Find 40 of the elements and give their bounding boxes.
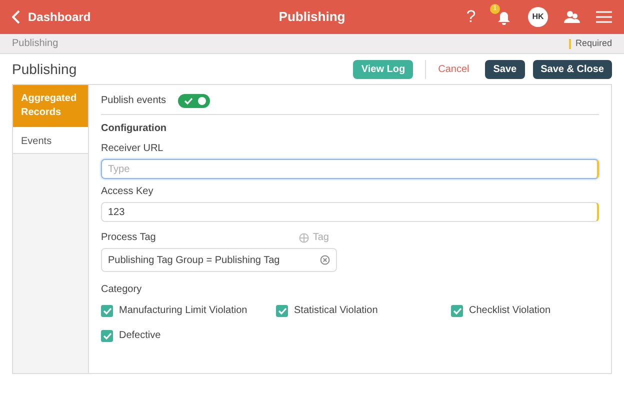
checkbox-label: Defective [119, 329, 161, 343]
field-label: Receiver URL [101, 142, 164, 156]
add-tag-button[interactable]: Tag [298, 230, 329, 245]
input-field[interactable]: 123 [101, 202, 599, 222]
field-label: Category [101, 283, 143, 297]
checkbox-label: Manufacturing Limit Violation [119, 304, 248, 318]
toggle-label: Publish events [101, 94, 166, 108]
required-marker-icon [569, 38, 572, 48]
bell-icon[interactable] [497, 11, 511, 25]
users-icon[interactable] [564, 10, 580, 24]
checkbox[interactable] [101, 304, 113, 316]
view-log-button[interactable]: View Log [353, 60, 414, 78]
section-heading: Publishing [12, 60, 77, 79]
cancel-button[interactable]: Cancel [425, 60, 478, 78]
save-button[interactable]: Save & Close [532, 60, 612, 78]
field-label: Process Tag [101, 231, 156, 245]
help-button[interactable]: ? [464, 4, 478, 30]
required-legend: Required [575, 36, 612, 50]
plus-circle-icon [298, 232, 309, 242]
checkbox-label: Checklist Violation [469, 304, 551, 318]
breadcrumb[interactable]: Publishing [12, 36, 58, 51]
back-icon [12, 10, 20, 24]
sidebar-tab[interactable]: Aggregated Records [13, 85, 88, 127]
user-avatar[interactable]: HK [528, 7, 548, 27]
sidebar-tab[interactable]: Events [13, 127, 88, 154]
menu-icon[interactable] [596, 11, 612, 23]
save-button[interactable]: Save [485, 60, 525, 78]
input-field[interactable]: Type [101, 159, 599, 179]
checkbox-label: Statistical Violation [294, 304, 378, 318]
tag-field[interactable]: Publishing Tag Group = Publishing Tag [101, 248, 337, 272]
section-title: Configuration [101, 122, 168, 136]
field-label: Access Key [101, 185, 154, 199]
back-button[interactable]: Dashboard [12, 8, 91, 26]
check-icon [184, 96, 194, 104]
checkbox[interactable] [451, 304, 463, 316]
clear-icon[interactable] [320, 255, 330, 265]
page-title: Publishing [278, 8, 346, 26]
checkbox[interactable] [101, 330, 113, 342]
checkbox[interactable] [276, 304, 288, 316]
toggle-switch[interactable] [178, 94, 210, 108]
